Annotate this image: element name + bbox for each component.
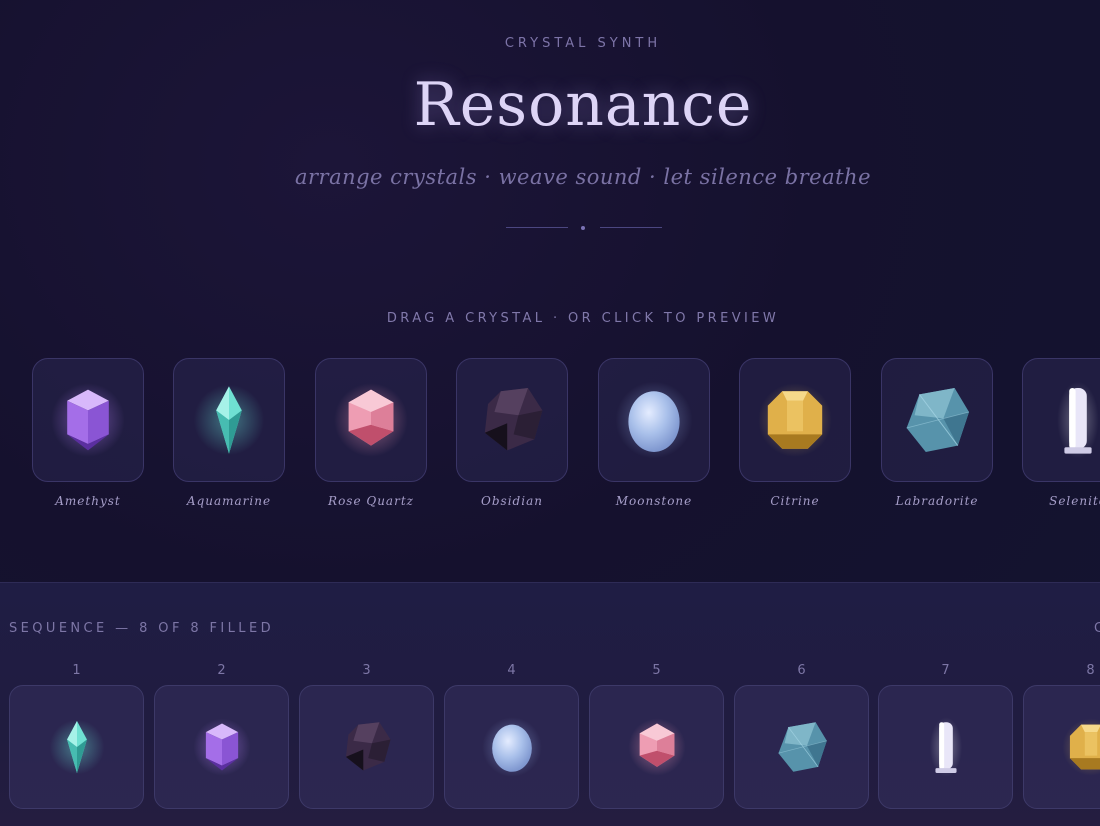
labradorite-crystal-icon xyxy=(897,380,977,460)
ornament-divider xyxy=(506,226,662,229)
crystal-name: Amethyst xyxy=(32,494,144,508)
sequence-slot-7[interactable]: 7 xyxy=(878,663,1013,809)
slot-card[interactable] xyxy=(444,685,579,809)
palette-card[interactable] xyxy=(456,358,568,482)
crystal-name: Aquamarine xyxy=(173,494,285,508)
crystal-name: Citrine xyxy=(739,494,851,508)
slot-card[interactable] xyxy=(1023,685,1100,809)
slot-number: 4 xyxy=(444,663,579,685)
slot-card[interactable] xyxy=(589,685,724,809)
slot-number: 1 xyxy=(9,663,144,685)
obsidian-crystal-icon xyxy=(472,380,552,460)
sequence-slot-6[interactable]: 6 xyxy=(734,663,869,809)
palette-card[interactable] xyxy=(173,358,285,482)
crystal-name: Obsidian xyxy=(456,494,568,508)
palette-item-labradorite[interactable]: Labradorite xyxy=(881,358,993,508)
slot-number: 6 xyxy=(734,663,869,685)
aquamarine-crystal-icon[interactable] xyxy=(46,716,108,778)
page-tagline: arrange crystals · weave sound · let sil… xyxy=(0,165,1100,189)
sequence-corner-text[interactable]: C xyxy=(1094,621,1100,636)
sequence-slots: 1 2 3 4 5 xyxy=(9,663,1100,826)
moonstone-crystal-icon xyxy=(614,380,694,460)
slot-card[interactable] xyxy=(154,685,289,809)
aquamarine-crystal-icon xyxy=(189,380,269,460)
palette-item-selenite[interactable]: Selenite xyxy=(1022,358,1100,508)
crystal-palette: Amethyst Aquamarine Rose Quartz Obsidian… xyxy=(32,358,1100,518)
palette-card[interactable] xyxy=(315,358,427,482)
rose-quartz-crystal-icon xyxy=(331,380,411,460)
slot-number: 7 xyxy=(878,663,1013,685)
amethyst-crystal-icon xyxy=(48,380,128,460)
palette-card[interactable] xyxy=(32,358,144,482)
slot-card[interactable] xyxy=(9,685,144,809)
crystal-name: Moonstone xyxy=(598,494,710,508)
slot-card[interactable] xyxy=(299,685,434,809)
crystal-name: Selenite xyxy=(1022,494,1100,508)
palette-item-rose-quartz[interactable]: Rose Quartz xyxy=(315,358,427,508)
amethyst-crystal-icon[interactable] xyxy=(191,716,253,778)
palette-item-citrine[interactable]: Citrine xyxy=(739,358,851,508)
selenite-crystal-icon xyxy=(1038,380,1100,460)
palette-item-amethyst[interactable]: Amethyst xyxy=(32,358,144,508)
sequence-slot-3[interactable]: 3 xyxy=(299,663,434,809)
sequence-slot-4[interactable]: 4 xyxy=(444,663,579,809)
citrine-crystal-icon[interactable] xyxy=(1060,716,1100,778)
citrine-crystal-icon xyxy=(755,380,835,460)
palette-card[interactable] xyxy=(598,358,710,482)
sequence-slot-8[interactable]: 8 xyxy=(1023,663,1100,809)
app-eyebrow: CRYSTAL SYNTH xyxy=(0,36,1100,51)
sequence-slot-2[interactable]: 2 xyxy=(154,663,289,809)
slot-card[interactable] xyxy=(734,685,869,809)
sequence-label: SEQUENCE — 8 OF 8 FILLED xyxy=(9,621,274,636)
page-title: Resonance xyxy=(0,70,1100,140)
obsidian-crystal-icon[interactable] xyxy=(336,716,398,778)
palette-hint: DRAG A CRYSTAL · OR CLICK TO PREVIEW xyxy=(0,311,1100,326)
slot-number: 2 xyxy=(154,663,289,685)
palette-item-moonstone[interactable]: Moonstone xyxy=(598,358,710,508)
palette-card[interactable] xyxy=(739,358,851,482)
palette-card[interactable] xyxy=(1022,358,1100,482)
sequence-panel: SEQUENCE — 8 OF 8 FILLED C 1 2 3 4 xyxy=(0,582,1100,826)
moonstone-crystal-icon[interactable] xyxy=(481,716,543,778)
sequence-slot-1[interactable]: 1 xyxy=(9,663,144,809)
sequence-slot-5[interactable]: 5 xyxy=(589,663,724,809)
slot-number: 8 xyxy=(1023,663,1100,685)
crystal-name: Rose Quartz xyxy=(315,494,427,508)
rose-quartz-crystal-icon[interactable] xyxy=(626,716,688,778)
palette-item-aquamarine[interactable]: Aquamarine xyxy=(173,358,285,508)
crystal-name: Labradorite xyxy=(881,494,993,508)
slot-number: 3 xyxy=(299,663,434,685)
slot-number: 5 xyxy=(589,663,724,685)
palette-item-obsidian[interactable]: Obsidian xyxy=(456,358,568,508)
labradorite-crystal-icon[interactable] xyxy=(771,716,833,778)
slot-card[interactable] xyxy=(878,685,1013,809)
selenite-crystal-icon[interactable] xyxy=(915,716,977,778)
palette-card[interactable] xyxy=(881,358,993,482)
